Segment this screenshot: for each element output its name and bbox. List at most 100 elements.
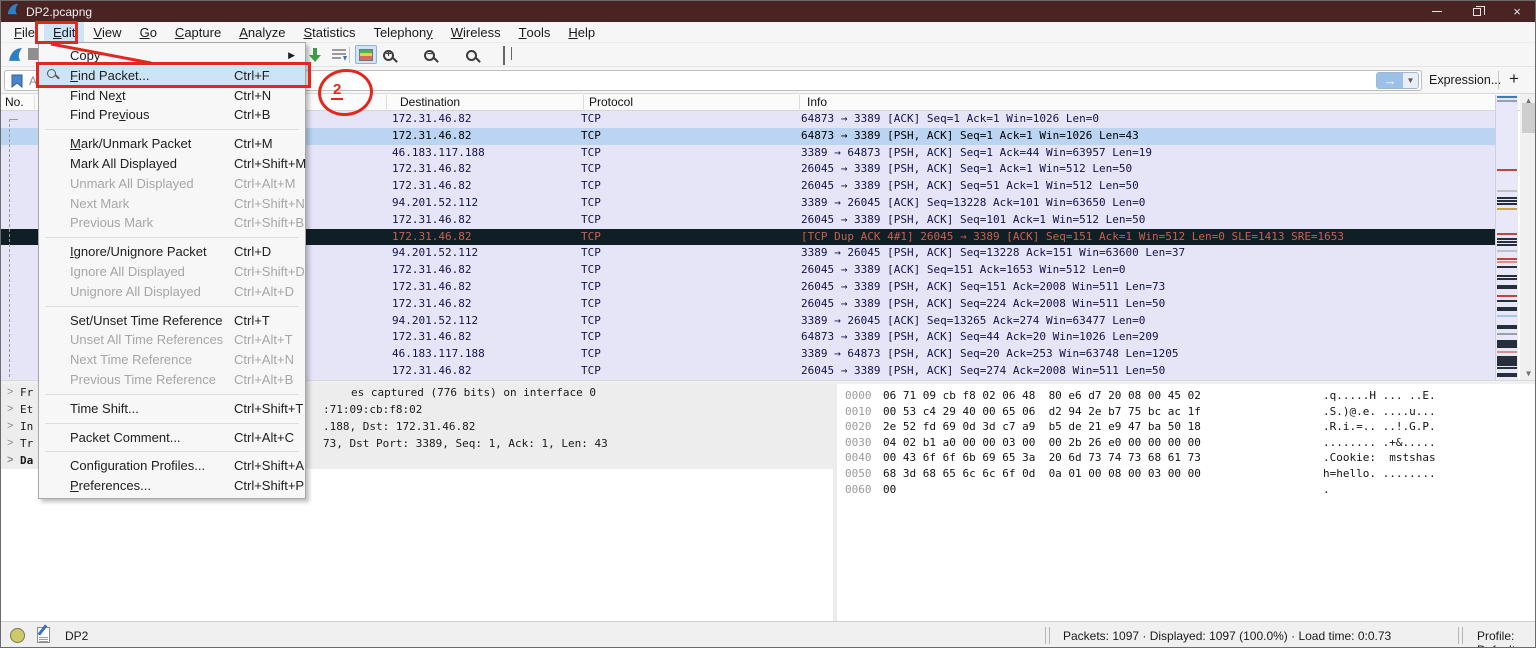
menu-item[interactable]: Configuration Profiles... Ctrl+Shift+A — [39, 456, 305, 476]
minimap-mark — [1497, 275, 1517, 277]
colorize-packets-button[interactable] — [355, 45, 377, 64]
zoom-in-icon[interactable] — [383, 49, 394, 61]
menubar-item[interactable]: Analyze — [230, 22, 294, 42]
column-header[interactable]: Protocol — [589, 95, 633, 109]
minimize-icon — [1432, 11, 1442, 12]
menu-item: Previous Mark Ctrl+Shift+B — [39, 213, 305, 233]
expand-chevron-icon[interactable]: > — [7, 437, 13, 449]
menu-item[interactable]: Packet Comment... Ctrl+Alt+C — [39, 428, 305, 448]
packet-cell: 64873 → 3389 [PSH, ACK] Seq=1 Ack=1 Win=… — [801, 128, 1139, 142]
expand-chevron-icon[interactable]: > — [7, 403, 13, 415]
hex-row[interactable]: 0050 68 3d 68 65 6c 6c 6f 0d 0a 01 00 08 … — [837, 467, 1535, 483]
hex-ascii: .S.)@.e. ....u... — [1323, 404, 1436, 418]
hex-row[interactable]: 0030 04 02 b1 a0 00 00 03 00 00 2b 26 e0 … — [837, 436, 1535, 452]
menu-separator — [45, 237, 299, 239]
zoom-out-icon[interactable] — [424, 49, 436, 61]
menu-separator — [45, 393, 299, 395]
packet-cell: 26045 → 3389 [ACK] Seq=151 Ack=1653 Win=… — [801, 263, 1126, 277]
expert-info-icon[interactable] — [10, 628, 25, 643]
wireshark-fin-icon[interactable] — [7, 46, 24, 68]
apply-filter-button[interactable]: → — [1377, 73, 1403, 88]
expand-chevron-icon[interactable]: > — [7, 454, 13, 466]
packet-cell: 3389 → 26045 [ACK] Seq=13228 Ack=101 Win… — [801, 195, 1146, 209]
menu-item-shortcut: Ctrl+Shift+D — [234, 263, 305, 279]
packet-cell: 3389 → 26045 [ACK] Seq=13265 Ack=274 Win… — [801, 313, 1146, 327]
filter-dropdown-caret[interactable]: ▼ — [1403, 73, 1418, 88]
expression-button[interactable]: Expression... — [1429, 73, 1501, 87]
minimap-mark — [1497, 333, 1517, 335]
hex-row[interactable]: 0040 00 43 6f 6f 6b 69 65 3a 20 6d 73 74 … — [837, 451, 1535, 467]
hex-row[interactable]: 0060 00. — [837, 483, 1535, 499]
expand-chevron-icon[interactable]: > — [7, 386, 13, 398]
resize-columns-icon[interactable] — [502, 46, 505, 65]
column-header[interactable]: No. — [5, 95, 24, 109]
packet-cell: TCP — [581, 179, 601, 193]
menubar-item[interactable]: View — [84, 22, 130, 42]
column-divider[interactable] — [34, 95, 35, 109]
hex-row[interactable]: 0000 06 71 09 cb f8 02 06 48 80 e6 d7 20 … — [837, 389, 1535, 405]
menu-item[interactable]: Ignore/Unignore Packet Ctrl+D — [39, 242, 305, 262]
menubar-item[interactable]: Capture — [166, 22, 230, 42]
menu-item-shortcut: Ctrl+Shift+N — [234, 195, 305, 211]
menubar-item[interactable]: Tools — [510, 22, 560, 42]
column-divider[interactable] — [583, 95, 584, 109]
close-button[interactable]: × — [1497, 1, 1535, 22]
menu-item[interactable]: Time Shift... Ctrl+Shift+T — [39, 399, 305, 419]
packet-cell: TCP — [581, 363, 601, 377]
packet-cell: 172.31.46.82 — [392, 128, 472, 142]
vertical-scrollbar[interactable]: ▲ ▼ — [1520, 94, 1535, 380]
menu-item-shortcut: Ctrl+Alt+D — [234, 283, 294, 299]
menu-item[interactable]: Preferences... Ctrl+Shift+P — [39, 476, 305, 496]
minimap-mark — [1497, 346, 1517, 348]
packet-cell: 26045 → 3389 [PSH, ACK] Seq=151 Ack=2008… — [801, 279, 1166, 293]
menubar-item[interactable]: Statistics — [294, 22, 364, 42]
packet-cell: 26045 → 3389 [PSH, ACK] Seq=1 Ack=1 Win=… — [801, 162, 1133, 176]
hex-row[interactable]: 0010 00 53 c4 29 40 00 65 06 d2 94 2e b7 … — [837, 404, 1535, 421]
menubar-item[interactable]: Go — [131, 22, 166, 42]
menu-item[interactable]: Mark/Unmark Packet Ctrl+M — [39, 134, 305, 154]
filter-bookmark-icon[interactable] — [11, 74, 23, 93]
detail-text-rest: es captured (776 bits) on interface 0 — [351, 386, 597, 399]
related-packets-hook — [9, 119, 18, 120]
menu-item[interactable]: Mark All Displayed Ctrl+Shift+M — [39, 154, 306, 174]
column-header[interactable]: Info — [807, 95, 827, 109]
minimap-mark — [1497, 241, 1517, 243]
menu-item-label: Next Mark — [70, 195, 130, 211]
column-header[interactable]: Destination — [400, 95, 460, 109]
menu-item-shortcut: Ctrl+T — [234, 312, 270, 328]
scroll-down-icon[interactable]: ▼ — [1520, 369, 1535, 378]
menubar-item[interactable]: Help — [559, 22, 604, 42]
menu-item-label: Unignore All Displayed — [70, 283, 201, 299]
menu-item[interactable]: Find Next Ctrl+N — [39, 86, 305, 106]
detail-text-rest: .188, Dst: 172.31.46.82 — [323, 420, 476, 433]
menubar-item[interactable]: Wireless — [442, 22, 510, 42]
add-filter-button[interactable]: + — [1509, 69, 1519, 89]
packet-cell: 172.31.46.82 — [392, 162, 472, 176]
filter-separator — [1498, 71, 1499, 89]
hex-ascii: .Cookie: mstshas — [1323, 451, 1436, 465]
go-to-last-packet-icon[interactable] — [331, 47, 348, 68]
intelligent-scrollbar-minimap[interactable] — [1495, 95, 1518, 380]
scrollbar-thumb[interactable] — [1522, 103, 1535, 133]
minimap-mark — [1497, 261, 1517, 263]
profile-label[interactable]: Profile: Default — [1477, 629, 1535, 647]
menu-item[interactable]: Find Previous Ctrl+B — [39, 105, 305, 125]
hex-row[interactable]: 0020 2e 52 fd 69 0d 3d c7 a9 b5 de 21 e9 … — [837, 420, 1535, 436]
detail-text-start: Fr — [20, 386, 34, 399]
restore-button[interactable] — [1457, 1, 1497, 22]
toolbar-separator — [349, 47, 350, 63]
packet-cell: TCP — [581, 112, 601, 125]
capture-comment-icon[interactable] — [37, 627, 50, 643]
submenu-arrow-icon: ▶ — [288, 50, 295, 60]
column-divider[interactable] — [799, 95, 800, 109]
packet-cell: 64873 → 3389 [ACK] Seq=1 Ack=1 Win=1026 … — [801, 112, 1100, 125]
column-divider[interactable] — [386, 95, 387, 109]
menu-item[interactable]: Set/Unset Time Reference Ctrl+T — [39, 311, 305, 331]
minimap-mark — [1497, 309, 1517, 311]
minimap-mark — [1497, 238, 1517, 240]
menu-item: Next Mark Ctrl+Shift+N — [39, 194, 305, 214]
expand-chevron-icon[interactable]: > — [7, 420, 13, 432]
menubar-item[interactable]: Telephon y — [364, 22, 441, 42]
minimize-button[interactable] — [1417, 1, 1457, 22]
zoom-original-icon[interactable] — [465, 50, 477, 61]
